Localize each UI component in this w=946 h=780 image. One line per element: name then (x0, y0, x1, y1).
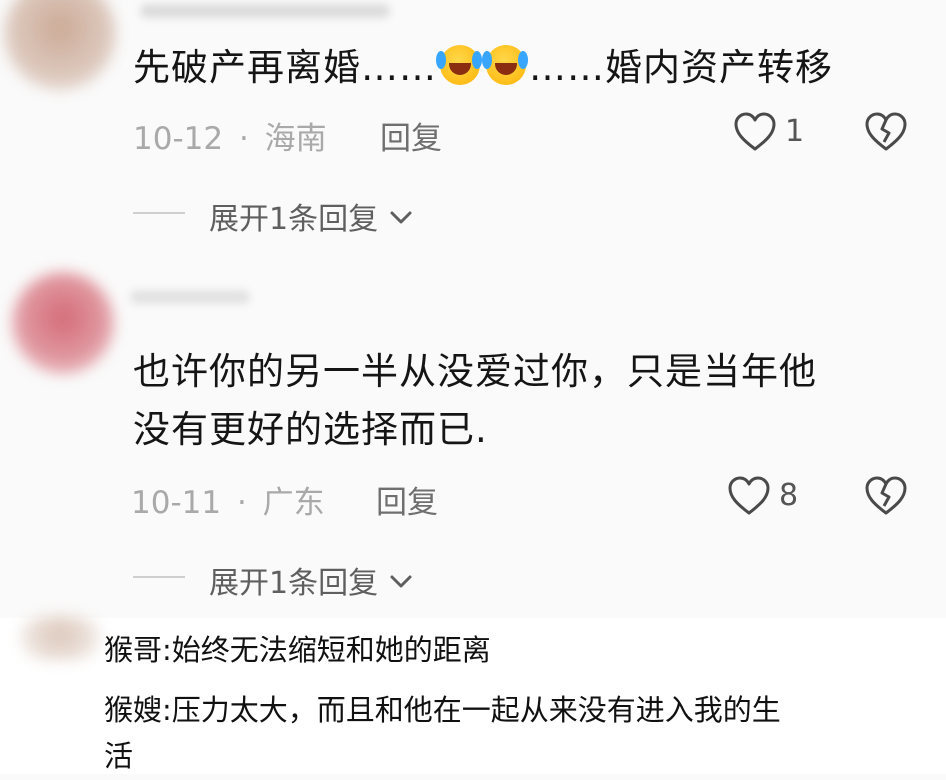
separator-dot: · (236, 485, 247, 521)
reply-button[interactable]: 回复 (380, 113, 442, 158)
comment-text-part: ……婚内资产转移 (529, 46, 833, 89)
comment-date: 10-12 (133, 121, 224, 157)
comment-meta: 10-12 · 海南 (133, 113, 327, 158)
comment-text: 也许你的另一半从没爱过你，只是当年他 没有更好的选择而已. (133, 343, 817, 459)
divider-line (133, 576, 185, 578)
separator-dot: · (238, 121, 249, 157)
reply-button[interactable]: 回复 (376, 477, 438, 522)
avatar[interactable] (4, 0, 116, 90)
broken-heart-icon (865, 476, 907, 515)
like-button[interactable] (733, 111, 777, 153)
comment-date: 10-11 (131, 485, 222, 521)
expand-replies-button[interactable]: 展开1条回复 (209, 558, 414, 602)
laughing-crying-emoji-icon (482, 45, 526, 85)
avatar (20, 616, 100, 660)
like-count: 1 (785, 114, 805, 149)
avatar[interactable] (12, 272, 114, 374)
chevron-down-icon (390, 211, 412, 224)
dislike-button[interactable] (864, 475, 908, 517)
quote-line: 猴嫂:压力太大，而且和他在一起从来没有进入我的生 (104, 693, 781, 727)
laughing-crying-emoji-icon (436, 45, 480, 85)
comment-text-part: 先破产再离婚…… (133, 46, 437, 89)
heart-outline-icon (734, 112, 776, 151)
broken-heart-icon (865, 112, 907, 151)
comment-text-line: 也许你的另一半从没爱过你，只是当年他 (133, 350, 817, 393)
username-blurred[interactable] (130, 290, 250, 304)
comment-text-line: 没有更好的选择而已. (133, 408, 488, 451)
expand-replies-label: 展开1条回复 (209, 566, 379, 601)
quote-line: 猴哥:始终无法缩短和她的距离 (104, 633, 491, 667)
heart-outline-icon (728, 476, 770, 515)
chevron-down-icon (390, 575, 412, 588)
quote-line: 活 (104, 739, 134, 773)
dislike-button[interactable] (864, 111, 908, 153)
expand-replies-label: 展开1条回复 (209, 202, 379, 237)
like-button[interactable] (727, 475, 771, 517)
comment-text: 先破产再离婚…… ……婚内资产转移 (133, 39, 833, 97)
username-blurred[interactable] (140, 4, 390, 18)
quote-text: 猴哥:始终无法缩短和她的距离 猴嫂:压力太大，而且和他在一起从来没有进入我的生 … (104, 626, 781, 780)
comment-region: 广东 (262, 485, 325, 521)
expand-replies-button[interactable]: 展开1条回复 (209, 194, 414, 238)
divider-line (133, 212, 185, 214)
like-count: 8 (779, 478, 799, 513)
comment-region: 海南 (264, 121, 327, 157)
comment-meta: 10-11 · 广东 (131, 477, 325, 522)
